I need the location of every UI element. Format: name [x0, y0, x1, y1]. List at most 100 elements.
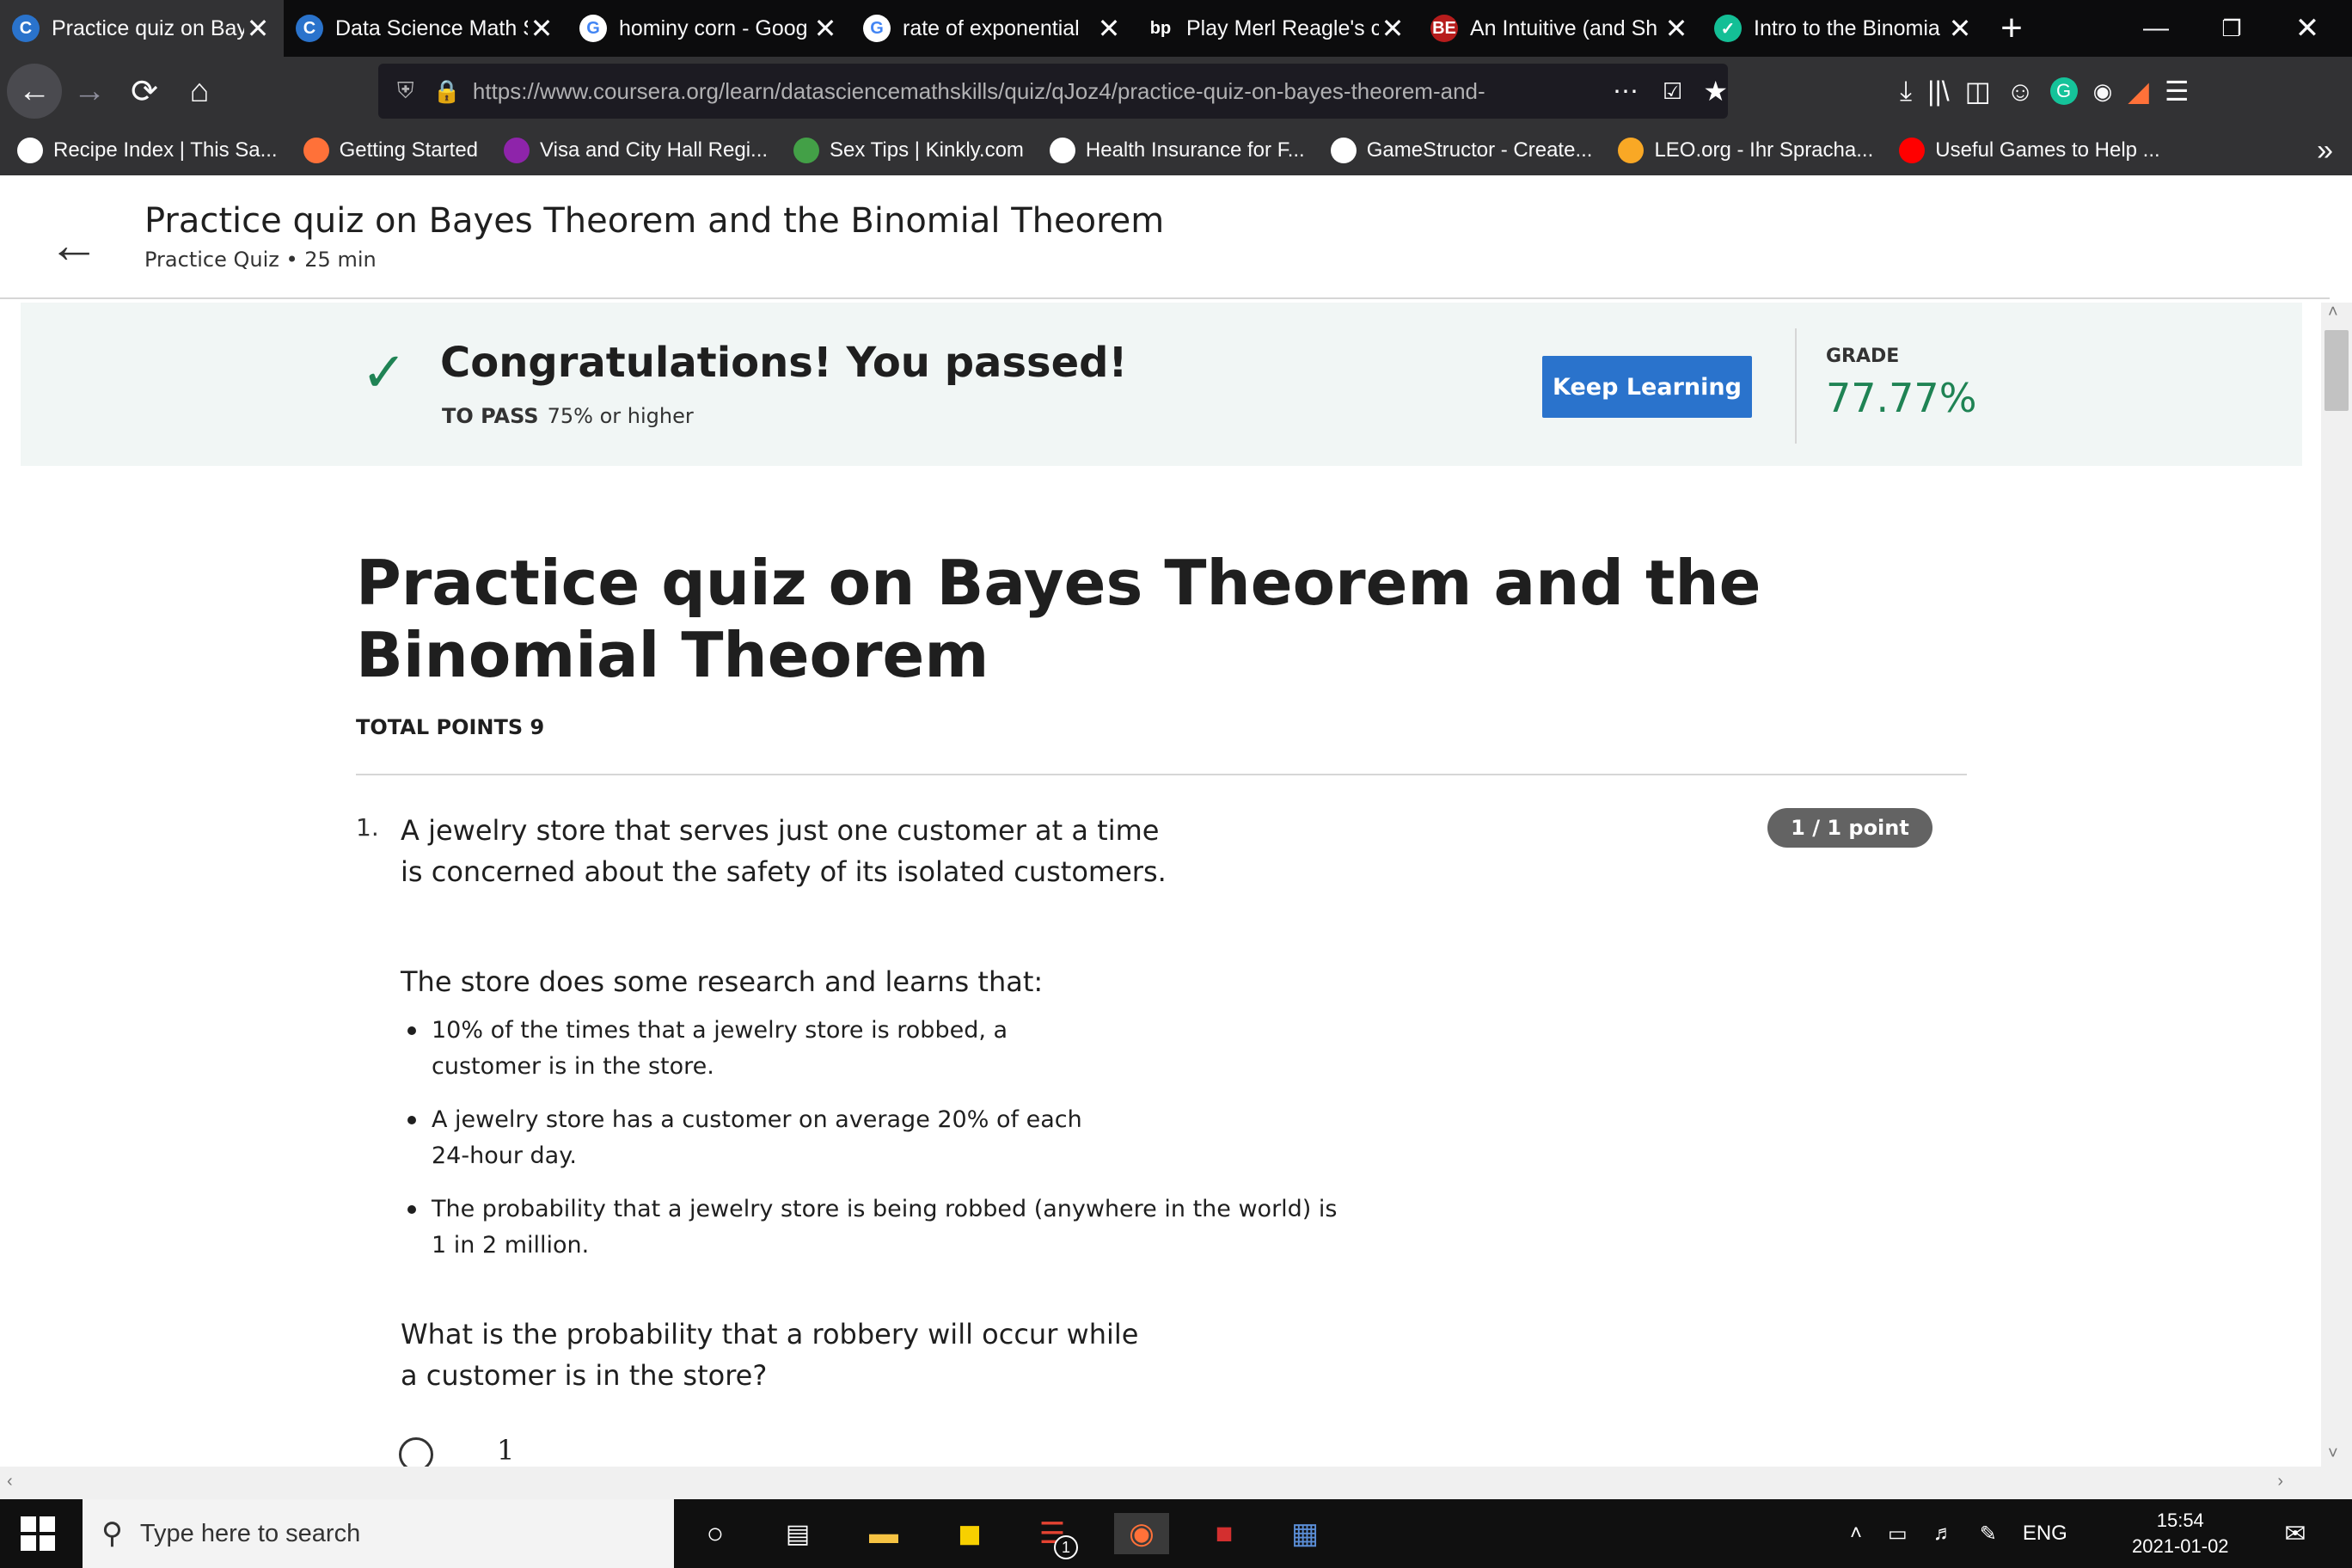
browser-tab[interactable]: BE An Intuitive (and Sh ✕: [1418, 0, 1702, 57]
close-tab-icon[interactable]: ✕: [1663, 12, 1690, 45]
banner-divider: [1795, 328, 1797, 444]
battery-icon[interactable]: ▭: [1888, 1522, 1908, 1547]
list-item: 10% of the times that a jewelry store is…: [401, 1013, 1097, 1085]
bookmark-item[interactable]: Sex Tips | Kinkly.com: [793, 138, 1024, 163]
bookmark-item[interactable]: Useful Games to Help ...: [1899, 138, 2160, 163]
close-tab-icon[interactable]: ✕: [1946, 12, 1974, 45]
extension-icon[interactable]: ◉: [2093, 78, 2113, 105]
windows-start-icon[interactable]: [19, 1515, 57, 1553]
tab-bar: C Practice quiz on Bay ✕ C Data Science Math…: [0, 0, 2352, 57]
scroll-up-icon[interactable]: ˄: [2328, 303, 2338, 322]
megaphone-icon[interactable]: ◢: [2128, 75, 2149, 107]
tab-title: hominy corn - Goog: [619, 15, 808, 40]
leo-icon: [1618, 138, 1645, 163]
cortana-icon[interactable]: ○: [695, 1513, 736, 1554]
khan-icon: ✓: [1714, 15, 1742, 42]
pocket-icon[interactable]: ☑: [1663, 78, 1682, 105]
close-tab-icon[interactable]: ✕: [244, 12, 272, 45]
scroll-left-icon[interactable]: ‹: [7, 1472, 13, 1491]
scroll-right-icon[interactable]: ›: [2277, 1472, 2283, 1491]
pen-icon[interactable]: ✎: [1980, 1522, 1997, 1547]
bookmark-label: Sex Tips | Kinkly.com: [830, 138, 1024, 162]
library-icon[interactable]: ||\: [1927, 76, 1950, 107]
bookmark-item[interactable]: GameStructor - Create...: [1330, 138, 1593, 163]
firefox-icon: [303, 138, 329, 163]
browser-tab[interactable]: C Data Science Math S ✕: [284, 0, 567, 57]
notification-icon[interactable]: ✉: [2275, 1513, 2316, 1554]
close-tab-icon[interactable]: ✕: [528, 12, 555, 45]
clock[interactable]: 15:54 2021-01-02: [2132, 1508, 2229, 1559]
browser-tab[interactable]: bp Play Merl Reagle's c ✕: [1135, 0, 1418, 57]
bookmark-label: GameStructor - Create...: [1366, 138, 1593, 162]
keep-learning-button[interactable]: Keep Learning: [1542, 356, 1752, 418]
bookmark-label: Useful Games to Help ...: [1935, 138, 2160, 162]
question-intro: The store does some research and learns …: [401, 965, 1044, 998]
google-icon: G: [863, 15, 891, 42]
bookmark-item[interactable]: Visa and City Hall Regi...: [504, 138, 768, 163]
bookmark-item[interactable]: Recipe Index | This Sa...: [17, 138, 278, 163]
taskbar-search[interactable]: ⚲ Type here to search: [83, 1499, 674, 1568]
shield-icon[interactable]: ⛨: [397, 77, 414, 105]
close-tab-icon[interactable]: ✕: [1379, 12, 1406, 45]
show-hidden-icon[interactable]: ˄: [1850, 1522, 1862, 1546]
to-pass-value: 75% or higher: [547, 404, 694, 428]
bookmark-label: Recipe Index | This Sa...: [53, 138, 278, 162]
page-actions-icon[interactable]: ⋯: [1613, 77, 1638, 107]
google-icon: G: [579, 15, 607, 42]
sticky-notes-icon[interactable]: ◼: [949, 1513, 990, 1554]
task-view-icon[interactable]: ▤: [777, 1513, 818, 1554]
youtube-icon: [1899, 138, 1926, 163]
close-tab-icon[interactable]: ✕: [1095, 12, 1123, 45]
firefox-icon[interactable]: ◉: [1114, 1513, 1169, 1554]
reload-icon[interactable]: ⟳: [117, 64, 172, 119]
bookmark-item[interactable]: Getting Started: [303, 138, 478, 163]
browser-tab[interactable]: Grate of exponential ✕: [851, 0, 1135, 57]
search-placeholder: Type here to search: [139, 1519, 361, 1547]
restore-button[interactable]: ❐: [2194, 0, 2269, 57]
url-bar[interactable]: ⛨ 🔒 https://www.coursera.org /learn/data…: [378, 64, 1728, 119]
back-arrow-icon[interactable]: ←: [48, 215, 100, 274]
to-pass-info: TO PASS 75% or higher: [442, 404, 694, 428]
browser-tab[interactable]: Ghominy corn - Goog ✕: [567, 0, 851, 57]
bp-icon: bp: [1147, 15, 1174, 42]
browser-tab[interactable]: ✓ Intro to the Binomia ✕: [1702, 0, 1986, 57]
vertical-scrollbar[interactable]: [2321, 303, 2352, 1499]
total-points: TOTAL POINTS 9: [356, 715, 545, 739]
new-tab-button[interactable]: +: [1986, 0, 2037, 57]
globe-icon: [1330, 138, 1357, 163]
kinkly-icon: [793, 138, 820, 163]
scroll-down-icon[interactable]: ˅: [2328, 1444, 2338, 1464]
minimize-button[interactable]: —: [2118, 0, 2194, 57]
grade-value: 77.77%: [1826, 375, 1977, 421]
volume-icon[interactable]: ♬: [1933, 1522, 1954, 1546]
tab-title: Play Merl Reagle's c: [1186, 15, 1379, 40]
close-tab-icon[interactable]: ✕: [812, 12, 839, 45]
bookmark-item[interactable]: Health Insurance for F...: [1049, 138, 1305, 163]
horizontal-scrollbar[interactable]: ‹ ›: [0, 1467, 2321, 1499]
navigation-bar: ← → ⟳ ⌂ ⛨ 🔒 https://www.coursera.org /le…: [0, 57, 2352, 126]
acrobat-icon[interactable]: ■: [1204, 1513, 1245, 1554]
to-pass-label: TO PASS: [442, 404, 539, 428]
header-subtitle: Practice Quiz • 25 min: [144, 248, 377, 272]
recipe-icon: [17, 138, 43, 163]
language-indicator[interactable]: ENG: [2023, 1522, 2067, 1546]
menu-icon[interactable]: ☰: [2165, 75, 2190, 107]
back-arrow-icon[interactable]: ←: [7, 64, 62, 119]
grammarly-icon[interactable]: G: [2049, 77, 2078, 105]
todoist-icon[interactable]: ☰ 1: [1032, 1513, 1078, 1559]
calculator-icon[interactable]: ▦: [1284, 1513, 1326, 1554]
answer-option-label: 1: [497, 1434, 515, 1467]
scrollbar-thumb[interactable]: [2324, 330, 2349, 411]
forward-arrow-icon[interactable]: →: [62, 64, 117, 119]
download-icon[interactable]: ⤓: [1900, 75, 1912, 107]
close-window-button[interactable]: ✕: [2269, 0, 2345, 57]
browser-tab[interactable]: C Practice quiz on Bay ✕: [0, 0, 284, 57]
home-icon[interactable]: ⌂: [172, 64, 227, 119]
sidebar-icon[interactable]: ◫: [1965, 75, 1991, 107]
bookmark-item[interactable]: LEO.org - Ihr Spracha...: [1618, 138, 1873, 163]
account-icon[interactable]: ☺: [2006, 76, 2035, 107]
list-item: A jewelry store has a customer on averag…: [401, 1102, 1097, 1174]
file-explorer-icon[interactable]: ▬: [863, 1513, 904, 1554]
bookmark-star-icon[interactable]: ★: [1703, 75, 1728, 107]
more-bookmarks-icon[interactable]: »: [2317, 134, 2333, 168]
